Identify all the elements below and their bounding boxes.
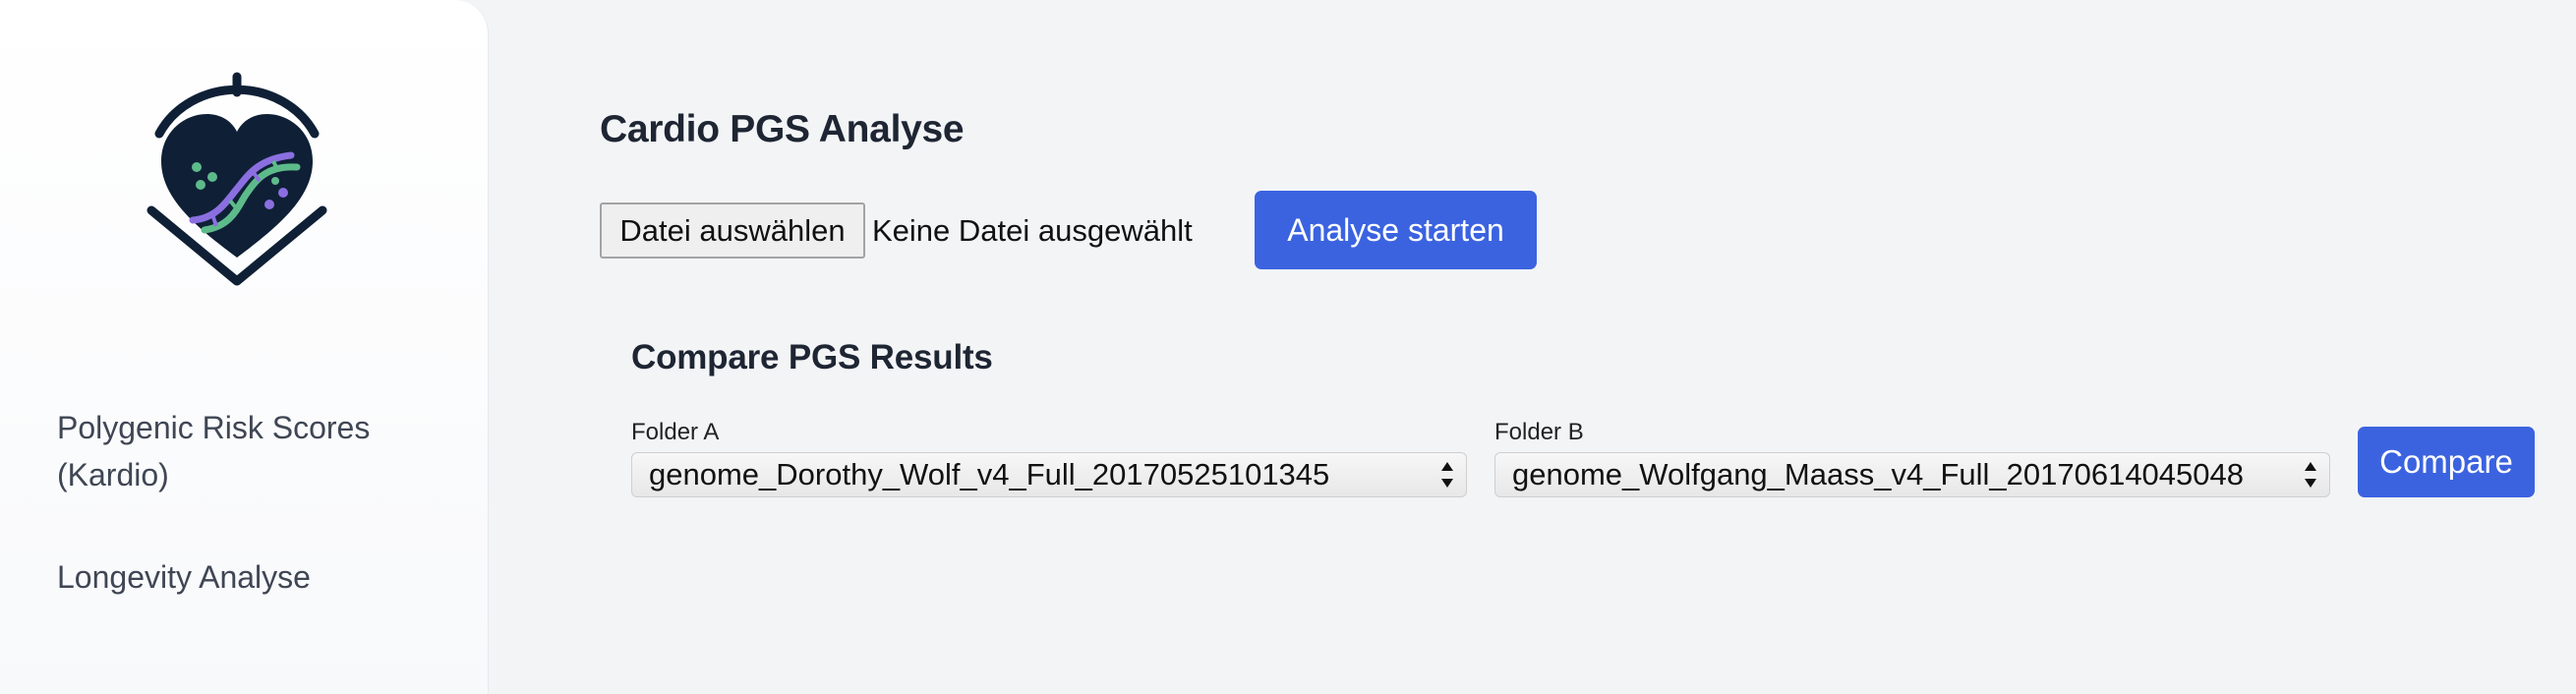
folder-a-value: genome_Dorothy_Wolf_v4_Full_201705251013… bbox=[649, 457, 1330, 492]
file-status-text: Keine Datei ausgewählt bbox=[872, 213, 1193, 248]
start-analysis-button[interactable]: Analyse starten bbox=[1255, 191, 1537, 269]
page-title: Cardio PGS Analyse bbox=[600, 108, 965, 150]
compare-button[interactable]: Compare bbox=[2358, 427, 2535, 497]
select-arrows-icon bbox=[2302, 453, 2319, 496]
compare-section-title: Compare PGS Results bbox=[631, 338, 993, 376]
sidebar: Polygenic Risk Scores (Kardio) Longevity… bbox=[0, 0, 489, 694]
folder-b-label: Folder B bbox=[1494, 419, 1584, 445]
sidebar-item-longevity[interactable]: Longevity Analyse bbox=[57, 553, 311, 601]
folder-b-value: genome_Wolfgang_Maass_v4_Full_2017061404… bbox=[1512, 457, 2244, 492]
folder-b-select[interactable]: genome_Wolfgang_Maass_v4_Full_2017061404… bbox=[1494, 452, 2330, 497]
app-window: Polygenic Risk Scores (Kardio) Longevity… bbox=[0, 0, 2576, 694]
folder-a-label: Folder A bbox=[631, 419, 720, 445]
sidebar-item-kardio[interactable]: Polygenic Risk Scores (Kardio) bbox=[57, 404, 431, 498]
folder-a-select[interactable]: genome_Dorothy_Wolf_v4_Full_201705251013… bbox=[631, 452, 1467, 497]
heart-dna-logo-icon bbox=[144, 71, 330, 289]
select-arrows-icon bbox=[1438, 453, 1456, 496]
main-content: Cardio PGS Analyse Datei auswählen Keine… bbox=[489, 0, 2576, 694]
choose-file-button[interactable]: Datei auswählen bbox=[600, 202, 865, 259]
